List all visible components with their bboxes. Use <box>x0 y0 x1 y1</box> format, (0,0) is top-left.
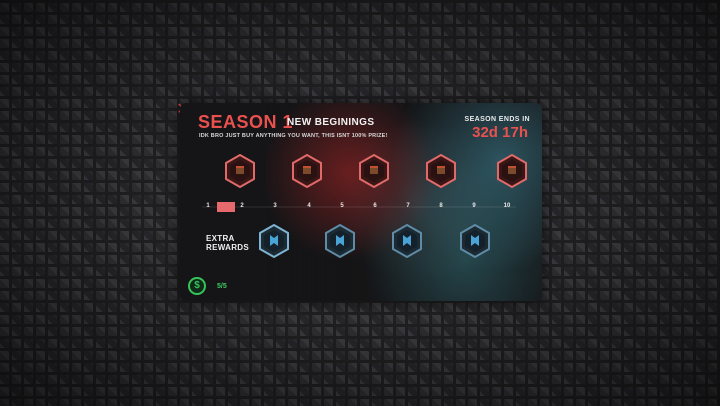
season-note: IDK BRO JUST BUY ANYTHING YOU WANT, THIS… <box>199 133 388 139</box>
season-subtitle: NEW BEGININGS <box>287 117 375 128</box>
extra-reward-slot-3[interactable] <box>392 224 422 258</box>
level-progress-fill <box>217 202 235 212</box>
level-label: 6 <box>373 203 377 209</box>
level-label: 7 <box>406 203 410 209</box>
reward-slot-3[interactable] <box>359 154 389 188</box>
battle-pass-panel: SEASON 1 NEW BEGININGS IDK BRO JUST BUY … <box>180 103 542 301</box>
level-label: 5 <box>340 203 344 209</box>
level-track: 1 2 3 4 5 6 7 8 9 10 <box>202 202 516 212</box>
reward-crate-icon <box>225 154 255 188</box>
reward-slot-4[interactable] <box>426 154 456 188</box>
extra-rewards-label: EXTRA REWARDS <box>206 234 249 252</box>
reward-slot-5[interactable] <box>497 154 527 188</box>
level-label: 9 <box>472 203 476 209</box>
reward-slot-2[interactable] <box>292 154 322 188</box>
level-label: 10 <box>503 203 511 209</box>
reward-crate-icon <box>359 154 389 188</box>
season-ends-label: SEASON ENDS IN <box>464 116 530 123</box>
level-label: 3 <box>273 203 277 209</box>
reward-banner-icon <box>259 224 289 258</box>
level-label: 4 <box>307 203 311 209</box>
reward-banner-icon <box>325 224 355 258</box>
reward-crate-icon <box>292 154 322 188</box>
dollar-icon[interactable]: $ <box>188 277 206 295</box>
level-label: 1 <box>206 203 210 209</box>
extra-reward-slot-1[interactable] <box>259 224 289 258</box>
level-label: 2 <box>240 203 244 209</box>
level-label: 8 <box>439 203 443 209</box>
season-ends-countdown: 32d 17h <box>472 124 528 141</box>
reward-crate-icon <box>497 154 527 188</box>
reward-banner-icon <box>460 224 490 258</box>
reward-crate-icon <box>426 154 456 188</box>
reward-slot-1[interactable] <box>225 154 255 188</box>
extra-reward-slot-2[interactable] <box>325 224 355 258</box>
currency-count: 5/5 <box>217 283 227 290</box>
season-title: SEASON 1 <box>198 112 294 132</box>
reward-banner-icon <box>392 224 422 258</box>
extra-reward-slot-4[interactable] <box>460 224 490 258</box>
